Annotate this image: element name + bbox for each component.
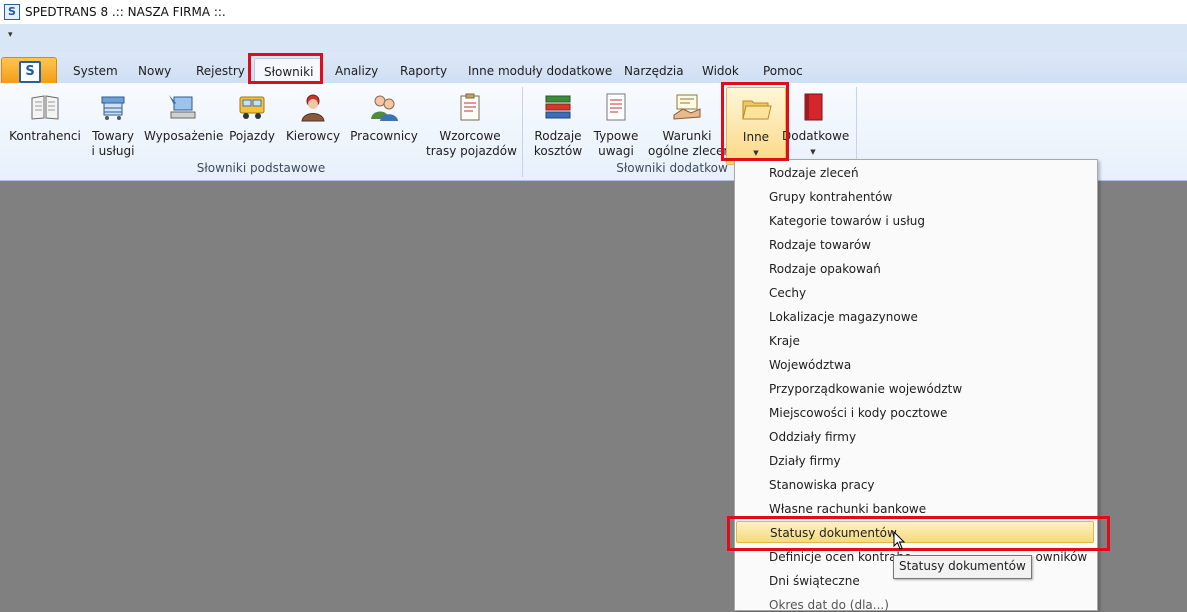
- typowe-uwagi-button[interactable]: Typowe uwagi: [590, 91, 642, 159]
- tab-widok[interactable]: Widok: [702, 64, 739, 78]
- menu-item-miejscowosci[interactable]: Miejscowości i kody pocztowe: [769, 406, 947, 420]
- pracownicy-button[interactable]: Pracownicy: [348, 91, 420, 144]
- menu-item-rodzaje-zlecen[interactable]: Rodzaje zleceń: [769, 166, 859, 180]
- definicje-ocen-label: Definicje ocen kontrahe: [769, 550, 912, 564]
- menu-item-stanowiska-pracy[interactable]: Stanowiska pracy: [769, 478, 875, 492]
- driver-icon: [301, 94, 325, 122]
- wyposazenie-label: Wyposażenie: [144, 129, 224, 143]
- app-icon: S: [4, 4, 20, 20]
- title-bar: S SPEDTRANS 8 .:: NASZA FIRMA ::.: [0, 0, 1187, 24]
- kontrahenci-label: Kontrahenci: [9, 129, 81, 143]
- group-slowniki-podstawowe: Słowniki podstawowe: [196, 161, 326, 175]
- customize-qat-icon[interactable]: ▾: [8, 30, 13, 40]
- tab-rejestry[interactable]: Rejestry: [196, 64, 245, 78]
- typowe-uwagi-label: Typowe uwagi: [593, 129, 639, 158]
- folder-icon: [742, 100, 772, 120]
- menu-item-wojewodztwa[interactable]: Województwa: [769, 358, 851, 372]
- inne-dropdown-menu: Rodzaje zleceń Grupy kontrahentów Katego…: [734, 159, 1098, 612]
- handshake-icon: [673, 94, 701, 120]
- kontrahenci-button[interactable]: Kontrahenci: [8, 91, 82, 144]
- menu-item-rodzaje-towarow[interactable]: Rodzaje towarów: [769, 238, 871, 252]
- rodzaje-kosztow-label: Rodzaje kosztów: [533, 129, 583, 158]
- notes-icon: [606, 93, 626, 121]
- menu-item-oddzialy-firmy[interactable]: Oddziały firmy: [769, 430, 856, 444]
- pojazdy-label: Pojazdy: [229, 129, 275, 143]
- inne-button[interactable]: Inne ▼: [726, 87, 786, 165]
- menu-item-kategorie-towarow[interactable]: Kategorie towarów i usług: [769, 214, 925, 228]
- menu-item-rachunki-bankowe[interactable]: Własne rachunki bankowe: [769, 502, 926, 516]
- route-clipboard-icon: [460, 93, 480, 121]
- app-logo-icon: S: [19, 61, 41, 83]
- dodatkowe-label: Dodatkowe: [782, 129, 850, 143]
- menu-item-grupy-kontrahentow[interactable]: Grupy kontrahentów: [769, 190, 892, 204]
- group-separator: [522, 87, 523, 177]
- quick-access-toolbar: ▾: [0, 24, 1187, 53]
- tab-system[interactable]: System: [73, 64, 118, 78]
- truck-icon: [239, 96, 265, 119]
- menu-item-dni-swiateczne[interactable]: Dni świąteczne: [769, 574, 860, 588]
- kierowcy-label: Kierowcy: [285, 129, 341, 143]
- tab-raporty[interactable]: Raporty: [400, 64, 447, 78]
- menu-item-cechy[interactable]: Cechy: [769, 286, 806, 300]
- equipment-icon: [169, 95, 196, 119]
- pojazdy-button[interactable]: Pojazdy: [226, 91, 278, 144]
- red-book-icon: [804, 93, 823, 121]
- warunki-ogolne-label: Warunki ogólne zlecer: [648, 129, 726, 158]
- menu-item-kraje[interactable]: Kraje: [769, 334, 800, 348]
- towary-button[interactable]: Towary i usługi: [88, 91, 138, 159]
- tab-narzedzia[interactable]: Narzędzia: [624, 64, 684, 78]
- dodatkowe-dropdown-icon: ▼: [810, 148, 816, 156]
- tab-pomoc[interactable]: Pomoc: [763, 64, 803, 78]
- warunki-ogolne-button[interactable]: Warunki ogólne zlecer: [648, 91, 726, 159]
- wzorcowe-trasy-button[interactable]: Wzorcowe trasy pojazdów: [426, 91, 517, 159]
- tab-analizy[interactable]: Analizy: [335, 64, 378, 78]
- tab-nowy[interactable]: Nowy: [138, 64, 171, 78]
- ribbon-tabs: S System Nowy Rejestry Słowniki Analizy …: [0, 52, 1187, 85]
- app-menu-button[interactable]: S: [1, 57, 57, 85]
- tooltip: Statusy dokumentów: [893, 555, 1032, 579]
- definicje-ocen-suffix: owników: [1035, 550, 1088, 564]
- towary-label: Towary i usługi: [91, 129, 135, 158]
- menu-item-rodzaje-opakowan[interactable]: Rodzaje opakowań: [769, 262, 881, 276]
- pracownicy-label: Pracownicy: [350, 129, 418, 143]
- dodatkowe-button[interactable]: Dodatkowe ▼: [782, 91, 849, 160]
- menu-item-dzialy-firmy[interactable]: Działy firmy: [769, 454, 841, 468]
- menu-item-lokalizacje[interactable]: Lokalizacje magazynowe: [769, 310, 918, 324]
- mouse-cursor-icon: [893, 531, 906, 550]
- employees-icon: [371, 95, 398, 121]
- menu-item-statusy-dokumentow[interactable]: Statusy dokumentów: [736, 521, 1094, 543]
- tab-inne-moduly[interactable]: Inne moduły dodatkowe: [468, 64, 612, 78]
- tab-slowniki[interactable]: Słowniki: [254, 58, 324, 84]
- goods-icon: [101, 96, 125, 120]
- rodzaje-kosztow-button[interactable]: Rodzaje kosztów: [530, 91, 586, 159]
- wyposazenie-button[interactable]: Wyposażenie: [144, 91, 224, 144]
- book-icon: [31, 95, 59, 120]
- menu-item-przyporzadkowanie[interactable]: Przyporządkowanie województw: [769, 382, 962, 396]
- wzorcowe-trasy-label: Wzorcowe trasy pojazdów: [426, 129, 517, 158]
- cost-types-icon: [545, 95, 571, 119]
- window-title: SPEDTRANS 8 .:: NASZA FIRMA ::.: [25, 5, 226, 19]
- kierowcy-button[interactable]: Kierowcy: [284, 91, 342, 144]
- menu-item-okres-dat[interactable]: Okres dat do (dla...): [769, 598, 889, 612]
- inne-label: Inne: [742, 130, 770, 144]
